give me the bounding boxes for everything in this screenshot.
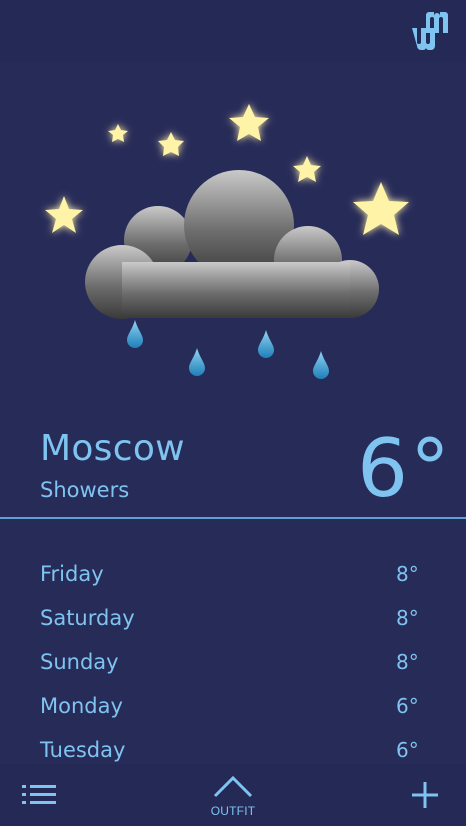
forecast-day: Monday [40,694,123,718]
forecast-day: Sunday [40,650,119,674]
add-location-button[interactable] [410,780,440,810]
forecast-row-sunday: Sunday 8° [0,642,466,686]
raindrop-icon [127,320,143,348]
forecast-temp: 8° [396,650,419,674]
outfit-button[interactable]: OUTFIT [203,770,263,822]
forecast-temp: 8° [396,606,419,630]
app-logo-icon[interactable] [412,10,450,54]
forecast-day: Saturday [40,606,135,630]
menu-button[interactable] [22,782,58,810]
star-icon [293,156,321,182]
forecast-list[interactable]: Friday 8° Saturday 8° Sunday 8° Monday 6… [0,554,466,764]
forecast-row-friday: Friday 8° [0,554,466,598]
divider [0,517,466,519]
star-icon [158,132,184,156]
forecast-row-tuesday: Tuesday 6° [0,730,466,764]
plus-icon [412,782,438,808]
weather-condition: Showers [40,478,130,502]
city-name: Moscow [40,428,185,469]
night-cloud-rain-icon [45,104,409,379]
forecast-day: Tuesday [40,738,126,762]
list-icon [22,785,56,804]
forecast-temp: 6° [396,738,419,762]
current-temperature: 6° [357,422,452,515]
star-icon [45,196,83,233]
raindrop-icon [258,330,274,358]
weather-app: Moscow Showers 6° Friday 8° Saturday 8° … [0,0,466,826]
forecast-day: Friday [40,562,104,586]
star-icon [108,124,128,142]
forecast-row-saturday: Saturday 8° [0,598,466,642]
top-bar [0,0,466,62]
raindrop-icon [313,351,329,379]
forecast-temp: 6° [396,694,419,718]
star-icon [229,104,269,141]
outfit-label: OUTFIT [210,804,256,818]
star-icon [353,182,409,235]
forecast-row-monday: Monday 6° [0,686,466,730]
raindrop-icon [189,348,205,376]
forecast-temp: 8° [396,562,419,586]
bottom-bar: OUTFIT [0,764,466,826]
cloud [85,170,379,319]
chevron-up-icon [213,775,253,798]
